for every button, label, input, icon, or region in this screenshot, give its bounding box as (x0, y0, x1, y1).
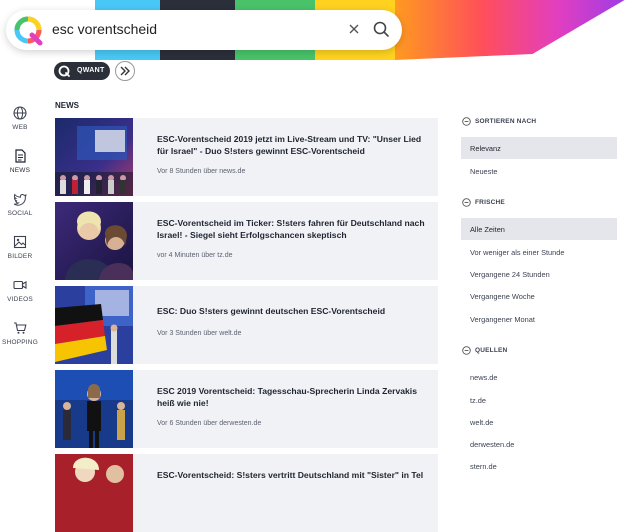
nav-item-news[interactable]: NEWS (0, 149, 40, 187)
news-thumbnail (55, 286, 133, 364)
news-document-icon (15, 149, 26, 163)
news-result-card[interactable]: ESC-Vorentscheid im Ticker: S!sters fahr… (55, 202, 438, 280)
filter-option-last-hour[interactable]: Vor weniger als einer Stunde (461, 241, 617, 263)
qwant-toggle-button[interactable]: QWANT (54, 62, 110, 80)
news-thumbnail (55, 202, 133, 280)
double-chevron-right-icon (120, 66, 130, 76)
qwant-q-icon (58, 65, 70, 77)
search-input[interactable]: esc vorentscheid (52, 21, 157, 37)
qwant-logo-icon[interactable] (12, 14, 44, 46)
nav-item-images[interactable]: BILDER (0, 235, 40, 273)
shopping-cart-icon (14, 322, 27, 334)
clear-search-icon[interactable] (346, 21, 362, 37)
filter-option-last-24h[interactable]: Vergangene 24 Stunden (461, 263, 617, 285)
news-thumbnail (55, 370, 133, 448)
filter-option-alle-zeiten[interactable]: Alle Zeiten (461, 218, 617, 240)
nav-label: SOCIAL (7, 210, 33, 217)
nav-item-web[interactable]: WEB (0, 106, 40, 144)
news-result-title[interactable]: ESC-Vorentscheid 2019 jetzt im Live-Stre… (157, 134, 427, 157)
collapse-circle-icon[interactable] (462, 346, 471, 355)
filter-source-news-de[interactable]: news.de (461, 366, 617, 388)
filter-option-relevanz[interactable]: Relevanz (461, 137, 617, 159)
video-camera-icon (13, 280, 27, 290)
image-icon (13, 235, 27, 249)
filter-source-welt-de[interactable]: welt.de (461, 411, 617, 433)
nav-label: SHOPPING (2, 339, 38, 346)
filter-source-stern-de[interactable]: stern.de (461, 455, 617, 477)
filter-option-last-week[interactable]: Vergangene Woche (461, 285, 617, 307)
news-result-card[interactable]: ESC-Vorentscheid: S!sters vertritt Deuts… (55, 454, 438, 532)
news-result-card[interactable]: ESC: Duo S!sters gewinnt deutschen ESC-V… (55, 286, 438, 364)
news-result-meta: Vor 3 Stunden über welt.de (157, 330, 242, 337)
filter-option-last-month[interactable]: Vergangener Monat (461, 308, 617, 330)
section-title: NEWS (55, 101, 79, 110)
nav-item-shopping[interactable]: SHOPPING (0, 321, 40, 359)
nav-label: WEB (12, 124, 28, 131)
qwant-label: QWANT (77, 67, 105, 74)
filter-source-derwesten-de[interactable]: derwesten.de (461, 433, 617, 455)
news-result-title[interactable]: ESC-Vorentscheid: S!sters vertritt Deuts… (157, 470, 427, 482)
collapse-circle-icon[interactable] (462, 117, 471, 126)
news-result-title[interactable]: ESC-Vorentscheid im Ticker: S!sters fahr… (157, 218, 427, 241)
search-bar: esc vorentscheid (6, 10, 402, 50)
twitter-bird-icon (13, 193, 27, 206)
filter-option-neueste[interactable]: Neueste (461, 160, 617, 182)
news-result-card[interactable]: ESC-Vorentscheid 2019 jetzt im Live-Stre… (55, 118, 438, 196)
nav-label: BILDER (7, 253, 33, 260)
news-result-meta: vor 4 Minuten über tz.de (157, 252, 233, 259)
filter-source-tz-de[interactable]: tz.de (461, 389, 617, 411)
collapse-circle-icon[interactable] (462, 198, 471, 207)
news-result-title[interactable]: ESC 2019 Vorentscheid: Tagesschau-Sprech… (157, 386, 427, 409)
news-thumbnail (55, 118, 133, 196)
news-result-title[interactable]: ESC: Duo S!sters gewinnt deutschen ESC-V… (157, 306, 427, 318)
search-icon[interactable] (372, 20, 390, 38)
nav-label: NEWS (9, 167, 31, 174)
nav-label: VIDEOS (7, 296, 33, 303)
news-result-meta: Vor 6 Stunden über derwesten.de (157, 420, 262, 427)
news-thumbnail (55, 454, 133, 532)
nav-item-videos[interactable]: VIDEOS (0, 278, 40, 316)
globe-icon (13, 106, 27, 120)
news-result-card[interactable]: ESC 2019 Vorentscheid: Tagesschau-Sprech… (55, 370, 438, 448)
news-result-meta: Vor 8 Stunden über news.de (157, 168, 246, 175)
nav-item-social[interactable]: SOCIAL (0, 192, 40, 230)
forward-button[interactable] (115, 61, 135, 81)
